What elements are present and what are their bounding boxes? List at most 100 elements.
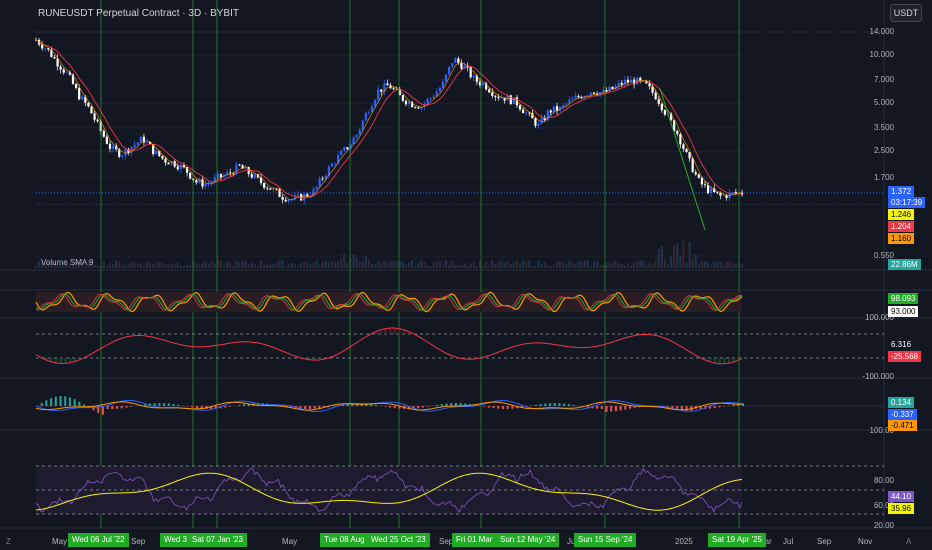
volume-bar bbox=[189, 264, 192, 268]
zoom-icon[interactable]: Z bbox=[6, 537, 11, 546]
volume-bar bbox=[463, 262, 466, 268]
candle-body bbox=[676, 130, 679, 134]
candle-body bbox=[639, 77, 642, 81]
symbol-title[interactable]: RUNEUSDT Perpetual Contract · 3D · BYBIT bbox=[38, 8, 239, 19]
volume-label: Volume SMA 9 bbox=[41, 258, 94, 267]
volume-bar bbox=[654, 260, 657, 268]
volume-bar bbox=[235, 260, 238, 268]
volume-bar bbox=[679, 255, 682, 268]
candle-body bbox=[164, 158, 167, 163]
candle-body bbox=[620, 82, 623, 85]
volume-bar bbox=[676, 243, 679, 268]
osc2-fill bbox=[59, 358, 62, 364]
volume-bar bbox=[414, 265, 417, 268]
candle-body bbox=[333, 163, 337, 165]
candle-body bbox=[355, 134, 358, 138]
candle-body bbox=[74, 84, 78, 89]
volume-bar bbox=[534, 265, 537, 268]
volume-bar bbox=[466, 265, 469, 268]
volume-bar bbox=[445, 260, 448, 268]
candle-body bbox=[565, 103, 568, 105]
volume-bar bbox=[149, 263, 152, 268]
candle-body bbox=[346, 147, 349, 150]
macd-hist bbox=[549, 403, 552, 406]
volume-bar bbox=[469, 263, 472, 268]
volume-bar bbox=[312, 262, 315, 268]
candle-body bbox=[537, 123, 540, 126]
candle-body bbox=[189, 172, 192, 179]
macd-hist bbox=[54, 396, 57, 406]
macd-hist bbox=[534, 404, 537, 406]
volume-bar bbox=[340, 257, 343, 268]
candle-body bbox=[549, 110, 552, 113]
volume-bar bbox=[352, 254, 355, 268]
volume-bar bbox=[552, 264, 555, 268]
candle-body bbox=[710, 188, 713, 194]
volume-bar bbox=[272, 264, 275, 268]
volume-bar bbox=[324, 261, 327, 268]
volume-bar bbox=[290, 262, 293, 268]
candle-body bbox=[238, 164, 241, 166]
volume-bar bbox=[568, 260, 571, 268]
volume-bar bbox=[660, 245, 663, 268]
candle-body bbox=[679, 133, 682, 145]
volume-bar bbox=[704, 261, 707, 268]
volume-bar bbox=[432, 262, 435, 268]
volume-bar bbox=[278, 260, 281, 268]
volume-bar bbox=[485, 261, 488, 268]
volume-bar bbox=[297, 265, 300, 268]
candle-body bbox=[303, 194, 306, 201]
candle-body bbox=[358, 129, 361, 135]
volume-bar bbox=[115, 260, 118, 268]
volume-bar bbox=[35, 265, 37, 268]
macd-hist bbox=[45, 400, 48, 406]
candle-body bbox=[65, 72, 68, 74]
volume-bar bbox=[334, 263, 337, 268]
volume-bar bbox=[497, 261, 500, 268]
volume-bar bbox=[441, 264, 444, 268]
volume-bar bbox=[448, 264, 451, 268]
volume-bar bbox=[531, 265, 534, 268]
volume-bar bbox=[636, 261, 639, 268]
candle-body bbox=[377, 89, 380, 100]
candle-body bbox=[108, 143, 112, 149]
volume-bar bbox=[525, 262, 528, 268]
currency-unit-button[interactable]: USDT bbox=[890, 4, 922, 22]
price-axis-label: 10.000 bbox=[869, 50, 894, 60]
candle-body bbox=[330, 163, 334, 167]
candle-body bbox=[53, 57, 56, 59]
candle-body bbox=[611, 86, 614, 89]
candle-body bbox=[706, 184, 710, 194]
volume-bar bbox=[173, 264, 176, 268]
candle-body bbox=[229, 172, 232, 174]
osc1-tag: 93.000 bbox=[888, 306, 919, 317]
volume-bar bbox=[238, 261, 241, 268]
volume-bar bbox=[626, 263, 629, 268]
volume-bar bbox=[112, 264, 115, 268]
candle-body bbox=[497, 96, 500, 99]
panel-osc1 bbox=[35, 291, 743, 313]
osc2-fill bbox=[718, 358, 721, 364]
volume-bar bbox=[133, 262, 136, 268]
macd-hist bbox=[73, 399, 76, 406]
candle-body bbox=[417, 107, 420, 109]
volume-bar bbox=[716, 262, 719, 268]
volume-bar bbox=[543, 261, 546, 268]
price-tag: 1.160 bbox=[888, 233, 915, 244]
volume-bar bbox=[408, 262, 411, 268]
volume-bar bbox=[401, 261, 404, 268]
macd-hist bbox=[125, 406, 128, 408]
candle-body bbox=[340, 150, 343, 156]
date-highlight: Fri 01 Mar bbox=[452, 533, 497, 547]
volume-bar bbox=[145, 261, 148, 268]
volume-bar bbox=[179, 265, 182, 268]
auto-scale-button[interactable]: A bbox=[906, 537, 911, 546]
macd-hist bbox=[172, 404, 175, 406]
candle-body bbox=[481, 83, 485, 86]
volume-bar bbox=[438, 262, 441, 268]
chart-canvas[interactable] bbox=[0, 0, 932, 550]
volume-bar bbox=[713, 261, 716, 268]
candle-body bbox=[361, 120, 364, 130]
volume-bar bbox=[528, 260, 531, 268]
candle-body bbox=[155, 150, 158, 155]
